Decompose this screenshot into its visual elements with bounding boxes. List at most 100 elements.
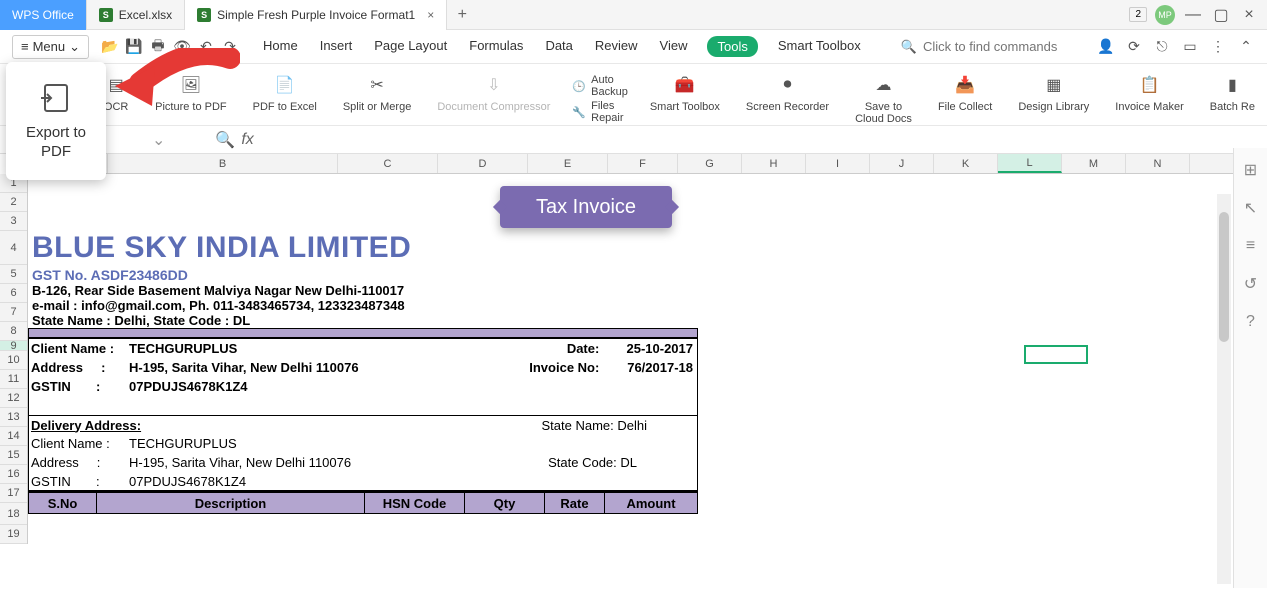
col-header-K[interactable]: K (934, 154, 998, 173)
col-header-C[interactable]: C (338, 154, 438, 173)
share-icon[interactable]: ⎋ (1153, 38, 1171, 56)
notification-badge[interactable]: 2 (1129, 7, 1147, 22)
name-box[interactable] (118, 130, 150, 150)
zoom-icon[interactable]: 🔍 (215, 130, 235, 150)
row-header-19[interactable]: 19 (0, 525, 27, 544)
gst-number: GST No. ASDF23486DD (28, 267, 698, 283)
collapse-ribbon-icon[interactable]: ⌃ (1237, 38, 1255, 56)
row-header-3[interactable]: 3 (0, 212, 27, 231)
selected-cell (1024, 345, 1088, 364)
menu-button[interactable]: ≡ Menu ⌄ (12, 35, 89, 59)
row-header-9[interactable]: 9 (0, 341, 27, 351)
panel-history-icon[interactable]: ↺ (1241, 274, 1261, 294)
maximize-button[interactable]: ▢ (1211, 5, 1231, 25)
batch-button[interactable]: ▮Batch Re (1206, 70, 1259, 115)
row-header-12[interactable]: 12 (0, 389, 27, 408)
compress-icon: ⇩ (481, 72, 507, 98)
row-header-13[interactable]: 13 (0, 408, 27, 427)
col-header-D[interactable]: D (438, 154, 528, 173)
window-icon[interactable]: ▭ (1181, 38, 1199, 56)
user-icon[interactable]: 👤 (1097, 38, 1115, 56)
col-header-N[interactable]: N (1126, 154, 1190, 173)
panel-help-icon[interactable]: ? (1241, 312, 1261, 332)
print-preview-icon[interactable]: 👁 (173, 38, 191, 56)
minimize-button[interactable]: — (1183, 5, 1203, 25)
col-header-L[interactable]: L (998, 154, 1062, 173)
dropdown-icon[interactable]: ⌄ (152, 130, 165, 150)
col-header-M[interactable]: M (1062, 154, 1126, 173)
invoice-maker-button[interactable]: 📋Invoice Maker (1111, 70, 1187, 115)
close-button[interactable]: × (1239, 5, 1259, 25)
row-header-14[interactable]: 14 (0, 427, 27, 446)
search-input[interactable] (923, 39, 1073, 54)
tab-tools[interactable]: Tools (707, 36, 757, 57)
col-header-F[interactable]: F (608, 154, 678, 173)
sync-icon[interactable]: ⟳ (1125, 38, 1143, 56)
row-header-18[interactable]: 18 (0, 503, 27, 525)
files-repair-button[interactable]: 🔧Files Repair (572, 100, 627, 124)
tab-smart-toolbox[interactable]: Smart Toolbox (776, 36, 863, 57)
tab-view[interactable]: View (658, 36, 690, 57)
document-compressor-button[interactable]: ⇩Document Compressor (433, 70, 554, 115)
row-header-5[interactable]: 5 (0, 265, 27, 284)
col-header-B[interactable]: B (108, 154, 338, 173)
panel-filter-icon[interactable]: ≡ (1241, 236, 1261, 256)
tab-review[interactable]: Review (593, 36, 640, 57)
file-tab-1[interactable]: S Excel.xlsx (87, 0, 185, 30)
spreadsheet-cells[interactable]: Tax Invoice BLUE SKY INDIA LIMITED GST N… (28, 174, 1267, 544)
pdf-to-excel-button[interactable]: 📄PDF to Excel (249, 70, 321, 115)
tab-home[interactable]: Home (261, 36, 300, 57)
row-header-4[interactable]: 4 (0, 231, 27, 265)
row-header-10[interactable]: 10 (0, 351, 27, 370)
panel-settings-icon[interactable]: ⊞ (1241, 160, 1261, 180)
design-library-button[interactable]: ▦Design Library (1014, 70, 1093, 115)
row-headers: 12345678910111213141516171819 (0, 174, 28, 544)
invoice-icon: 📋 (1137, 72, 1163, 98)
file-collect-button[interactable]: 📥File Collect (934, 70, 996, 115)
row-header-17[interactable]: 17 (0, 484, 27, 503)
ocr-icon: ▤ (103, 72, 129, 98)
screen-recorder-button[interactable]: ⏺Screen Recorder (742, 70, 833, 115)
tab-formulas[interactable]: Formulas (467, 36, 525, 57)
search-icon: 🔍 (901, 39, 917, 55)
picture-to-pdf-button[interactable]: 🖼Picture to PDF (151, 70, 231, 115)
app-name: WPS Office (12, 8, 74, 22)
row-header-16[interactable]: 16 (0, 465, 27, 484)
redo-icon[interactable]: ↷ (221, 38, 239, 56)
app-tab[interactable]: WPS Office (0, 0, 87, 30)
tab-page-layout[interactable]: Page Layout (372, 36, 449, 57)
col-header-I[interactable]: I (806, 154, 870, 173)
row-header-6[interactable]: 6 (0, 284, 27, 303)
col-header-G[interactable]: G (678, 154, 742, 173)
recorder-icon: ⏺ (775, 72, 801, 98)
auto-backup-button[interactable]: 🕒Auto Backup (572, 74, 627, 98)
vertical-scrollbar[interactable] (1217, 194, 1231, 584)
divider-row (28, 328, 698, 338)
col-header-J[interactable]: J (870, 154, 934, 173)
save-icon[interactable]: 💾 (125, 38, 143, 56)
row-header-2[interactable]: 2 (0, 193, 27, 212)
export-to-pdf-callout[interactable]: Export toPDF (6, 62, 106, 180)
col-header-H[interactable]: H (742, 154, 806, 173)
close-icon[interactable]: × (427, 8, 434, 22)
undo-icon[interactable]: ↶ (197, 38, 215, 56)
row-header-11[interactable]: 11 (0, 370, 27, 389)
file-tab-2[interactable]: S Simple Fresh Purple Invoice Format1 × (185, 0, 447, 30)
row-header-7[interactable]: 7 (0, 303, 27, 322)
col-header-E[interactable]: E (528, 154, 608, 173)
tab-label: Simple Fresh Purple Invoice Format1 (217, 8, 415, 22)
row-header-15[interactable]: 15 (0, 446, 27, 465)
tab-insert[interactable]: Insert (318, 36, 355, 57)
tab-data[interactable]: Data (543, 36, 574, 57)
open-icon[interactable]: 📂 (101, 38, 119, 56)
row-header-8[interactable]: 8 (0, 322, 27, 341)
smart-toolbox-button[interactable]: 🧰Smart Toolbox (646, 70, 724, 115)
new-tab-button[interactable]: + (447, 6, 477, 24)
save-cloud-button[interactable]: ☁Save toCloud Docs (851, 70, 916, 127)
panel-select-icon[interactable]: ↖ (1241, 198, 1261, 218)
split-merge-button[interactable]: ✂Split or Merge (339, 70, 415, 115)
avatar[interactable]: MP (1155, 5, 1175, 25)
print-icon[interactable]: 🖶 (149, 38, 167, 56)
more-icon[interactable]: ⋮ (1209, 38, 1227, 56)
scroll-thumb[interactable] (1219, 212, 1229, 342)
